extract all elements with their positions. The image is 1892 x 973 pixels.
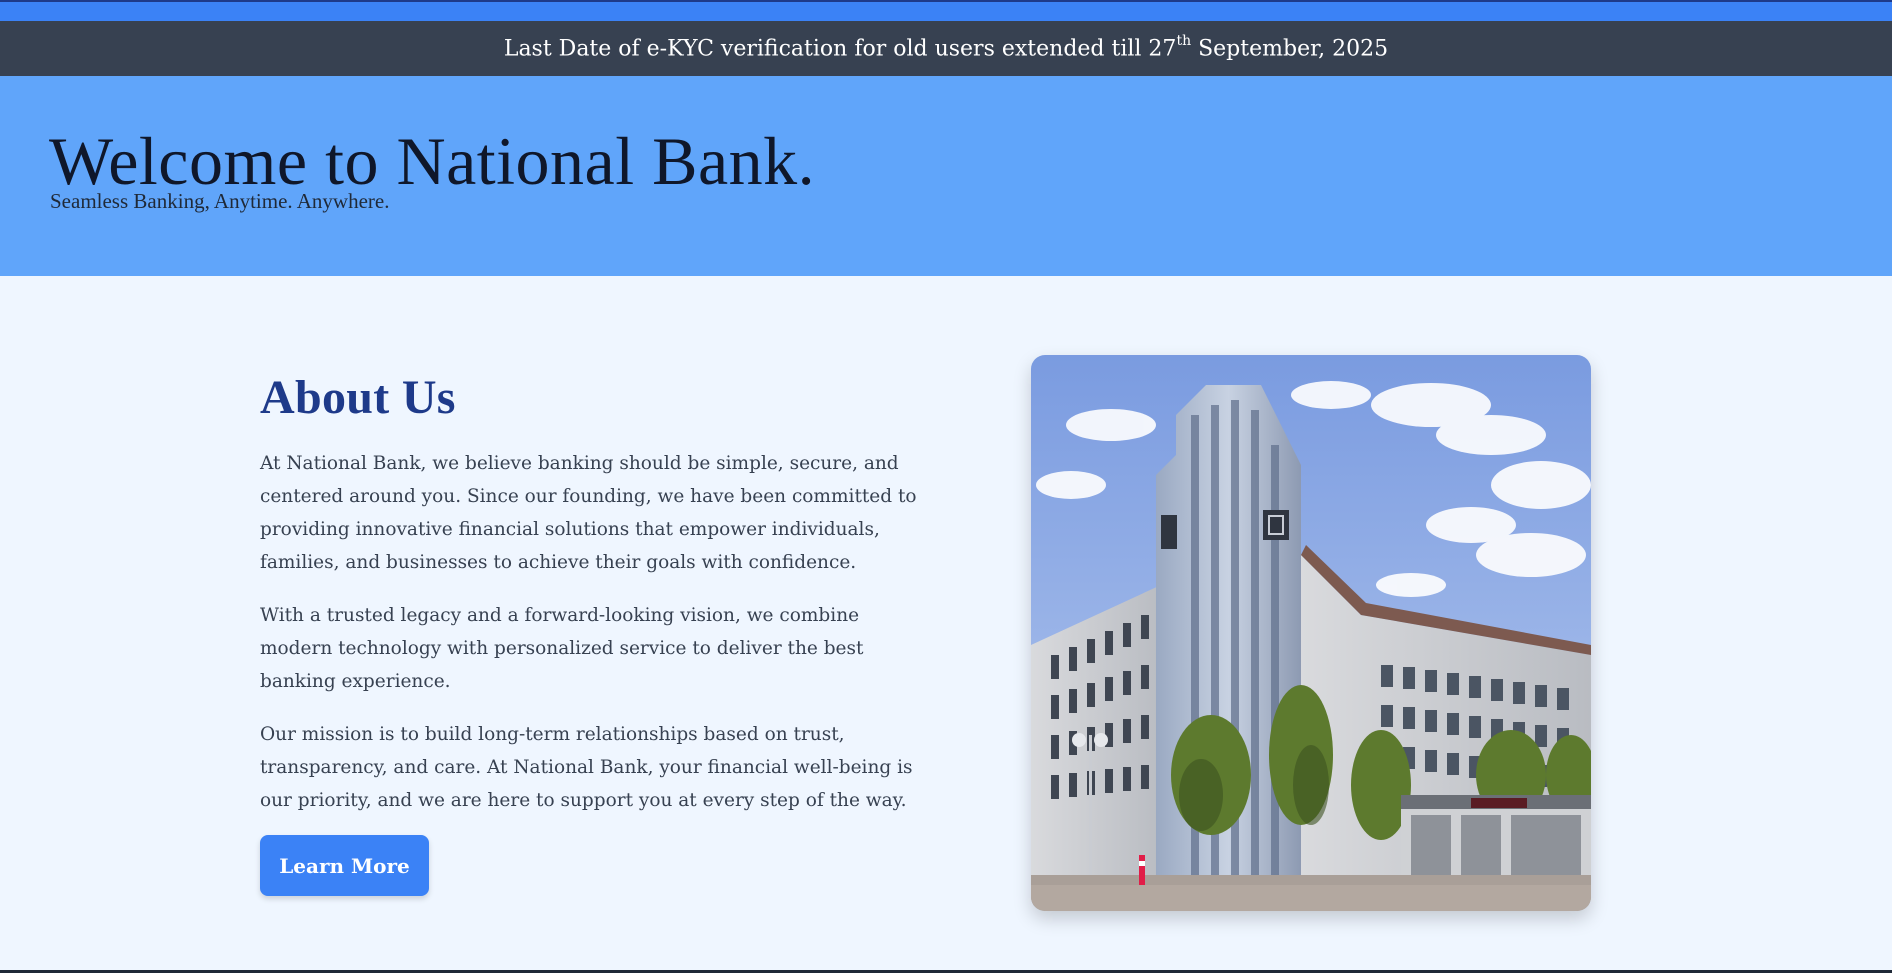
building-illustration: [1031, 355, 1591, 911]
announcement-banner: Last Date of e-KYC verification for old …: [0, 21, 1892, 76]
top-accent-bar: [0, 0, 1892, 21]
learn-more-button[interactable]: Learn More: [260, 835, 429, 896]
about-paragraph: With a trusted legacy and a forward-look…: [260, 605, 864, 692]
about-paragraph: Our mission is to build long-term relati…: [260, 724, 913, 811]
bank-building-image: [1031, 355, 1591, 911]
about-section: About Us At National Bank, we believe ba…: [260, 370, 920, 837]
hero-section: Welcome to National Bank. Seamless Banki…: [0, 76, 1892, 276]
hero-tagline: Seamless Banking, Anytime. Anywhere.: [50, 189, 390, 213]
announcement-text: Last Date of e-KYC verification for old …: [503, 33, 1389, 62]
about-paragraph: At National Bank, we believe banking sho…: [260, 453, 917, 573]
about-heading: About Us: [260, 371, 456, 424]
